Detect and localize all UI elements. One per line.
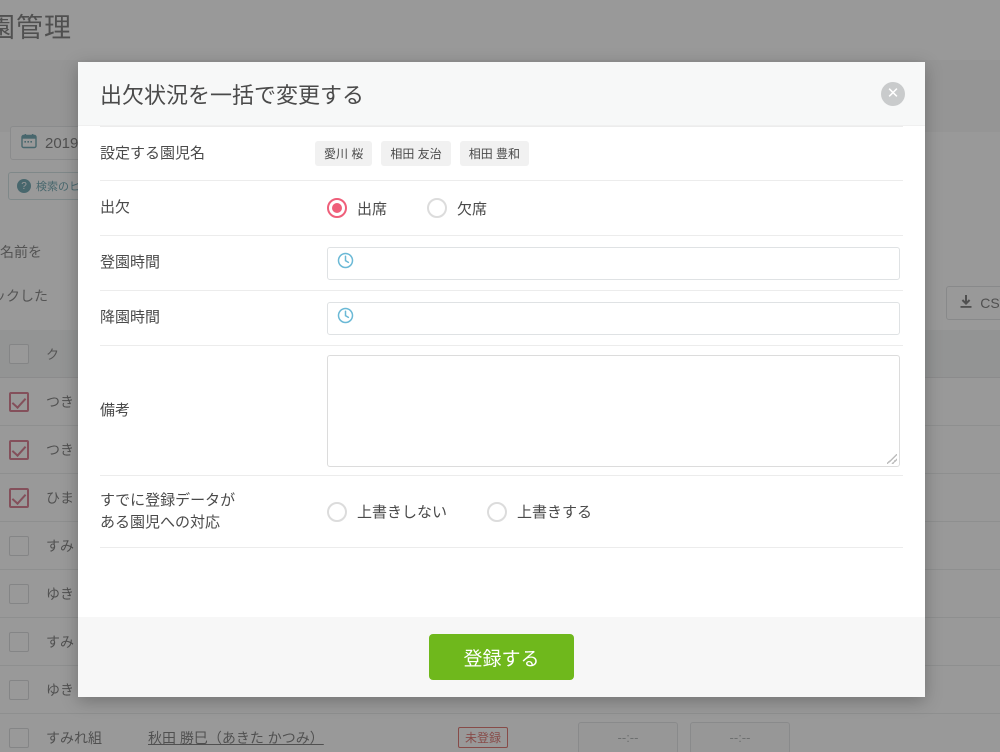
- radio-overwrite-yes-indicator[interactable]: [487, 501, 508, 522]
- radio-absent-indicator[interactable]: [427, 198, 448, 218]
- students-label: 設定する園児名: [100, 144, 206, 162]
- field-row-students: 設定する園児名 愛川 桜相田 友治 相田 豊和: [100, 126, 903, 181]
- radio-attendance-present[interactable]: 出席: [327, 198, 387, 219]
- field-row-overwrite: すでに登録データが ある園児への対応 上書きしない 上書きする: [100, 476, 903, 548]
- modal-body: 設定する園児名 愛川 桜相田 友治 相田 豊和 出欠 出席 欠席 登園時間 降園…: [78, 126, 925, 617]
- arrival-time-control: [315, 246, 903, 280]
- overwrite-radio-group: 上書きしない 上書きする: [315, 501, 903, 522]
- student-tag: 相田 豊和: [459, 141, 530, 166]
- remark-label: 備考: [100, 401, 131, 419]
- radio-overwrite-yes[interactable]: 上書きする: [487, 501, 592, 522]
- radio-present-indicator[interactable]: [327, 198, 347, 218]
- modal-title: 出欠状況を一括で変更する: [100, 82, 365, 108]
- student-tag-list: 愛川 桜相田 友治 相田 豊和: [315, 141, 903, 166]
- departure-time-label: 降園時間: [100, 309, 161, 327]
- radio-absent-label: 欠席: [457, 200, 488, 218]
- student-tag: 愛川 桜: [315, 141, 373, 166]
- modal-footer: 登録する: [78, 617, 925, 697]
- resize-grip-icon[interactable]: [887, 453, 897, 464]
- attendance-radio-group: 出席 欠席: [315, 198, 903, 219]
- close-icon[interactable]: ✕: [881, 81, 905, 106]
- remark-control: [315, 354, 903, 467]
- radio-overwrite-no-label: 上書きしない: [357, 504, 448, 521]
- bulk-attendance-modal: 出欠状況を一括で変更する ✕ 設定する園児名 愛川 桜相田 友治 相田 豊和 出欠…: [78, 62, 925, 697]
- field-row-departure-time: 降園時間: [100, 291, 903, 346]
- radio-overwrite-no[interactable]: 上書きしない: [327, 501, 447, 522]
- overwrite-label-line2: ある園児への対応: [100, 513, 221, 531]
- arrival-time-input[interactable]: [327, 246, 900, 280]
- radio-present-label: 出席: [357, 200, 388, 218]
- submit-button[interactable]: 登録する: [429, 634, 574, 680]
- student-tag: 相田 友治: [381, 141, 451, 166]
- radio-overwrite-no-indicator[interactable]: [327, 501, 347, 522]
- radio-overwrite-yes-label: 上書きする: [517, 504, 593, 521]
- overwrite-label: すでに登録データが ある園児への対応: [100, 490, 315, 534]
- remark-textarea[interactable]: [327, 354, 900, 467]
- clock-icon: [337, 307, 354, 329]
- radio-attendance-absent[interactable]: 欠席: [427, 198, 487, 219]
- arrival-time-label: 登園時間: [100, 254, 161, 272]
- departure-time-control: [315, 301, 903, 335]
- field-row-attendance: 出欠 出席 欠席: [100, 181, 903, 236]
- field-row-remark: 備考: [100, 346, 903, 476]
- screen: 降園管理 2019 ? 検索のヒ 児の名前を ェックした: [0, 0, 1000, 752]
- overwrite-label-line1: すでに登録データが: [100, 491, 236, 509]
- departure-time-input[interactable]: [327, 301, 900, 335]
- attendance-label: 出欠: [100, 199, 131, 217]
- clock-icon: [337, 252, 354, 274]
- field-row-arrival-time: 登園時間: [100, 236, 903, 291]
- modal-header: 出欠状況を一括で変更する ✕: [78, 62, 925, 126]
